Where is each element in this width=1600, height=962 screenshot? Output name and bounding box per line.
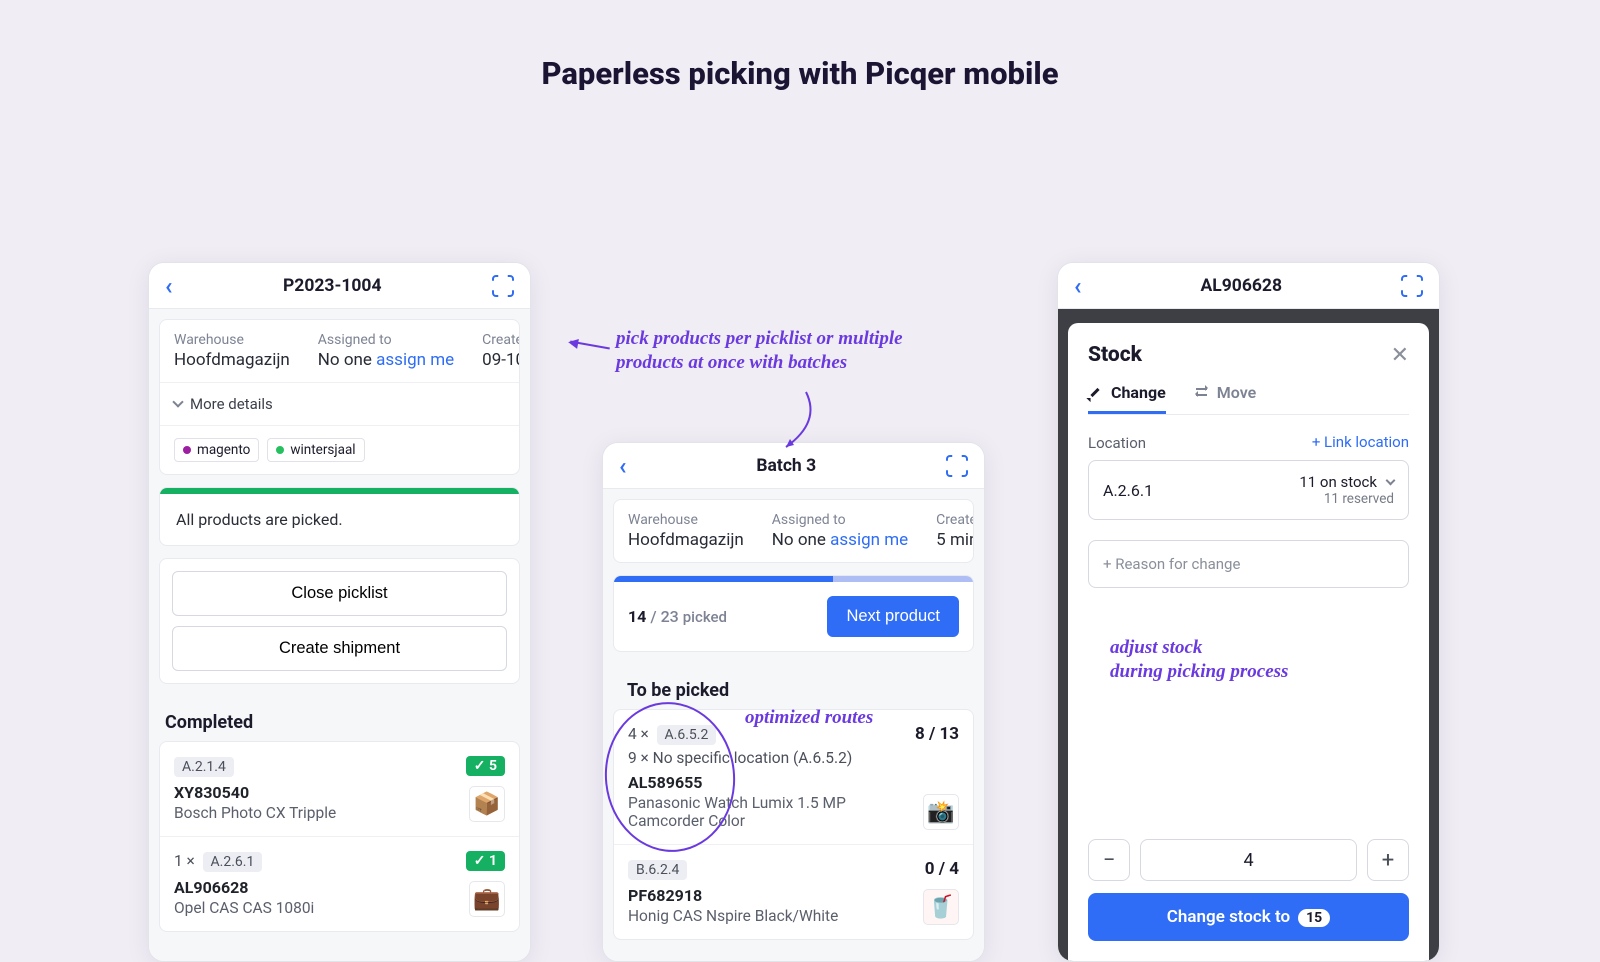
completed-list: A.2.1.4 5 XY830540 Bosch Photo CX Trippl…: [159, 741, 520, 932]
list-item[interactable]: 1 × A.2.6.1 1 AL906628 Opel CAS CAS 1080…: [160, 836, 519, 931]
swap-icon: [1194, 385, 1209, 400]
navbar: ‹ AL906628: [1058, 263, 1439, 309]
picked-count: 14 / 23 picked: [628, 607, 727, 626]
annotation-batches: pick products per picklist or multiple p…: [616, 327, 936, 375]
arrow-icon: [570, 341, 610, 350]
actions-card: Close picklist Create shipment: [159, 558, 520, 684]
quantity-input[interactable]: 4: [1140, 839, 1357, 881]
chevron-down-icon: [1386, 476, 1396, 486]
back-icon[interactable]: ‹: [1074, 274, 1082, 298]
back-icon[interactable]: ‹: [165, 274, 173, 298]
next-product-button[interactable]: Next product: [827, 596, 959, 637]
nav-title: AL906628: [1201, 276, 1282, 296]
progress-card: 14 / 23 picked Next product: [613, 575, 974, 652]
product-name: Opel CAS CAS 1080i: [174, 899, 424, 917]
phone-stock: ‹ AL906628 Stock ✕ Change Move Location …: [1057, 262, 1440, 962]
pencil-icon: [1088, 385, 1103, 400]
decrement-button[interactable]: −: [1088, 839, 1130, 881]
tag-magento[interactable]: magento: [174, 438, 259, 462]
product-name: Bosch Photo CX Tripple: [174, 804, 424, 822]
sku: AL906628: [174, 878, 505, 897]
on-stock: 11 on stock: [1299, 473, 1377, 491]
product-thumb: 📦: [469, 786, 505, 822]
list-item[interactable]: B.6.2.4 0 / 4 PF682918 Honig CAS Nspire …: [614, 844, 973, 939]
annotation-routes: optimized routes: [745, 706, 873, 730]
qty-badge: 5: [466, 756, 505, 776]
navbar: ‹ P2023-1004: [149, 263, 530, 309]
warehouse-label: Warehouse: [174, 332, 290, 348]
more-details-toggle[interactable]: More details: [160, 382, 519, 425]
warehouse-value: Hoofdmagazijn: [174, 350, 290, 370]
assigned-label: Assigned to: [318, 332, 454, 348]
tag-wintersjaal[interactable]: wintersjaal: [267, 438, 364, 462]
create-shipment-button[interactable]: Create shipment: [172, 626, 507, 671]
pick-ratio: 0 / 4: [925, 859, 959, 879]
status-card: All products are picked.: [159, 487, 520, 546]
chevron-down-icon: [172, 396, 183, 407]
assigned-value: No one: [318, 350, 372, 370]
annotation-stock: adjust stock during picking process: [1110, 636, 1288, 684]
meta-card: Warehouse Hoofdmagazijn Assigned to No o…: [159, 319, 520, 475]
phone-picklist: ‹ P2023-1004 Warehouse Hoofdmagazijn Ass…: [148, 262, 531, 962]
created-label: Created: [936, 512, 973, 528]
tab-change[interactable]: Change: [1088, 383, 1166, 414]
assign-me-link[interactable]: assign me: [830, 530, 908, 550]
commit-value-pill: 15: [1298, 909, 1330, 927]
scan-icon[interactable]: [492, 275, 514, 297]
product-name: Honig CAS Nspire Black/White: [628, 907, 878, 925]
close-icon[interactable]: ✕: [1391, 343, 1409, 368]
tab-move[interactable]: Move: [1194, 383, 1256, 414]
meta-card: Warehouse Hoofdmagazijn Assigned to No o…: [613, 499, 974, 563]
back-icon[interactable]: ‹: [619, 454, 627, 478]
change-stock-button[interactable]: Change stock to15: [1088, 893, 1409, 941]
nav-title: P2023-1004: [283, 276, 382, 296]
location-select[interactable]: A.2.6.1 11 on stock11 reserved: [1088, 460, 1409, 520]
product-thumb: 🥤: [923, 889, 959, 925]
warehouse-label: Warehouse: [628, 512, 744, 528]
close-picklist-button[interactable]: Close picklist: [172, 571, 507, 616]
assigned-value: No one: [772, 530, 826, 550]
product-thumb: 📸: [923, 794, 959, 830]
scan-icon[interactable]: [946, 455, 968, 477]
warehouse-value: Hoofdmagazijn: [628, 530, 744, 550]
status-message: All products are picked.: [160, 494, 519, 545]
location-value: A.2.6.1: [1103, 481, 1153, 500]
list-item[interactable]: A.2.1.4 5 XY830540 Bosch Photo CX Trippl…: [160, 742, 519, 836]
scan-icon[interactable]: [1401, 275, 1423, 297]
reserved: 11 reserved: [1324, 491, 1394, 507]
created-value: 5 minut: [936, 530, 973, 550]
pick-ratio: 8 / 13: [915, 724, 959, 744]
completed-heading: Completed: [159, 696, 520, 741]
created-value: 09-10-2: [482, 350, 519, 370]
sheet-title: Stock: [1088, 343, 1409, 367]
created-label: Created: [482, 332, 519, 348]
product-thumb: 💼: [469, 881, 505, 917]
location-badge: B.6.2.4: [628, 860, 687, 880]
link-location-button[interactable]: + Link location: [1312, 433, 1409, 451]
increment-button[interactable]: +: [1367, 839, 1409, 881]
arrow-curve-icon: [766, 392, 826, 452]
location-badge: A.2.1.4: [174, 757, 234, 777]
sku: PF682918: [628, 886, 959, 905]
page-title: Paperless picking with Picqer mobile: [0, 0, 1600, 132]
assign-me-link[interactable]: assign me: [376, 350, 454, 370]
location-badge: A.2.6.1: [203, 852, 263, 872]
sku: XY830540: [174, 783, 505, 802]
quantity-stepper: − 4 +: [1088, 839, 1409, 881]
qty-badge: 1: [466, 851, 505, 871]
reason-input[interactable]: + Reason for change: [1088, 540, 1409, 588]
nav-title: Batch 3: [756, 456, 816, 476]
location-label: Location: [1088, 434, 1146, 452]
assigned-label: Assigned to: [772, 512, 908, 528]
